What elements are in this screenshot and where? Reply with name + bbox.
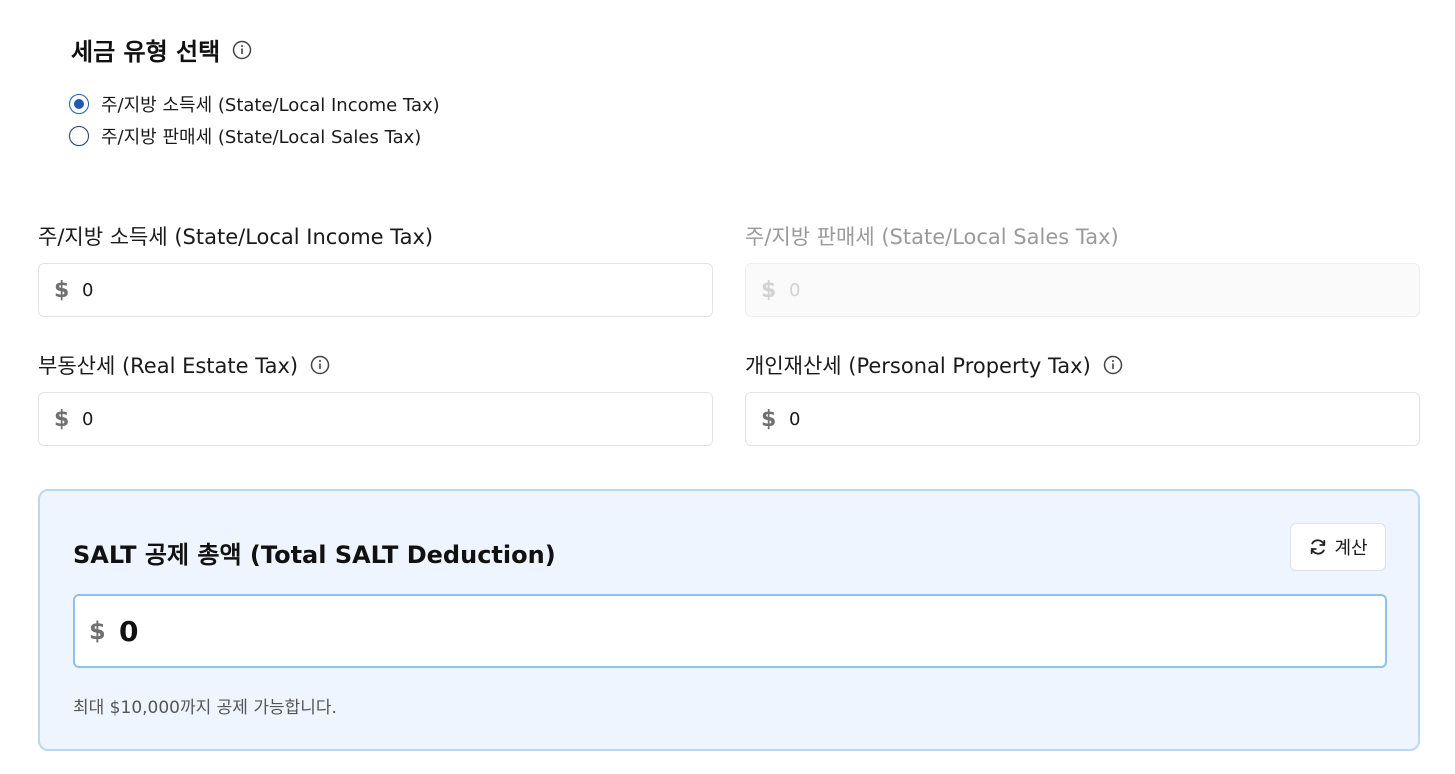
sales-tax-value: 0 (789, 279, 801, 301)
total-salt-title: SALT 공제 총액 (Total SALT Deduction) (73, 541, 556, 569)
radio-button-income-tax[interactable] (69, 94, 89, 114)
info-icon[interactable] (310, 355, 330, 375)
total-salt-panel: SALT 공제 총액 (Total SALT Deduction) 계산 $ 0… (38, 489, 1420, 751)
total-salt-input[interactable]: $ 0 (73, 594, 1387, 668)
tax-type-title: 세금 유형 선택 (71, 38, 221, 66)
dollar-sign: $ (761, 277, 777, 303)
income-tax-input[interactable]: $ 0 (38, 263, 713, 317)
radio-button-sales-tax[interactable] (69, 126, 89, 146)
info-icon[interactable] (1103, 355, 1123, 375)
total-salt-value[interactable]: 0 (119, 615, 138, 648)
income-tax-value[interactable]: 0 (82, 280, 93, 301)
sales-tax-label-text: 주/지방 판매세 (State/Local Sales Tax) (745, 225, 1119, 249)
radio-option-income-tax[interactable]: 주/지방 소득세 (State/Local Income Tax) (69, 88, 440, 120)
personal-property-tax-value[interactable]: 0 (789, 409, 800, 430)
income-tax-label-text: 주/지방 소득세 (State/Local Income Tax) (38, 225, 434, 249)
info-icon[interactable] (232, 40, 252, 60)
refresh-icon (1308, 537, 1328, 557)
income-tax-field: 주/지방 소득세 (State/Local Income Tax) $ 0 (38, 220, 713, 317)
tax-type-radio-group: 주/지방 소득세 (State/Local Income Tax) 주/지방 판… (69, 88, 440, 152)
radio-option-sales-tax[interactable]: 주/지방 판매세 (State/Local Sales Tax) (69, 120, 440, 152)
radio-label-sales-tax: 주/지방 판매세 (State/Local Sales Tax) (101, 127, 422, 148)
dollar-sign: $ (54, 406, 70, 432)
personal-property-tax-label: 개인재산세 (Personal Property Tax) (745, 349, 1420, 381)
deduction-limit-note: 최대 $10,000까지 공제 가능합니다. (73, 698, 337, 718)
calculate-button[interactable]: 계산 (1290, 523, 1386, 571)
real-estate-tax-input[interactable]: $ 0 (38, 392, 713, 446)
sales-tax-input: $ 0 (745, 263, 1420, 317)
real-estate-tax-value[interactable]: 0 (82, 409, 93, 430)
dollar-sign: $ (89, 617, 106, 645)
personal-property-tax-field: 개인재산세 (Personal Property Tax) $ 0 (745, 349, 1420, 446)
dollar-sign: $ (54, 277, 70, 303)
dollar-sign: $ (761, 406, 777, 432)
real-estate-tax-field: 부동산세 (Real Estate Tax) $ 0 (38, 349, 713, 446)
sales-tax-label: 주/지방 판매세 (State/Local Sales Tax) (745, 220, 1420, 252)
real-estate-tax-label: 부동산세 (Real Estate Tax) (38, 349, 713, 381)
radio-label-income-tax: 주/지방 소득세 (State/Local Income Tax) (101, 95, 440, 116)
personal-property-tax-label-text: 개인재산세 (Personal Property Tax) (745, 354, 1091, 378)
income-tax-label: 주/지방 소득세 (State/Local Income Tax) (38, 220, 713, 252)
calculate-button-label: 계산 (1334, 538, 1368, 559)
tax-type-header: 세금 유형 선택 (71, 32, 252, 67)
sales-tax-field: 주/지방 판매세 (State/Local Sales Tax) $ 0 (745, 220, 1420, 317)
personal-property-tax-input[interactable]: $ 0 (745, 392, 1420, 446)
real-estate-tax-label-text: 부동산세 (Real Estate Tax) (38, 354, 299, 378)
